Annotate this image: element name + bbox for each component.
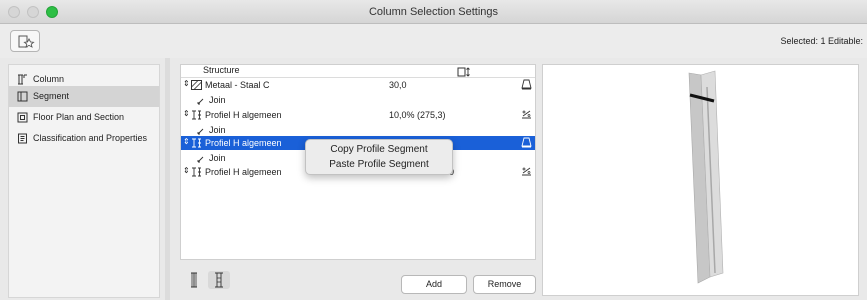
sidebar-item-segment[interactable]: Segment <box>9 86 159 107</box>
floor-plan-icon <box>17 112 28 123</box>
paste-profile-segment-menu-item[interactable]: Paste Profile Segment <box>306 159 452 170</box>
segment-name: Metaal - Staal C <box>205 80 270 90</box>
join-label: Join <box>209 95 226 105</box>
classification-icon <box>18 133 27 144</box>
profile-icon <box>192 138 201 148</box>
sidebar-item-label: Floor Plan and Section <box>33 112 125 122</box>
reorder-icon[interactable]: ⇕ <box>183 79 190 88</box>
segment-row[interactable]: ⇕ Metaal - Staal C 30,0 <box>181 78 535 92</box>
segmented-view-button[interactable] <box>208 271 230 289</box>
join-row[interactable]: Join <box>181 93 535 107</box>
column-preview-graphic <box>688 70 724 284</box>
copy-profile-segment-menu-item[interactable]: Copy Profile Segment <box>306 144 452 155</box>
segment-name: Profiel H algemeen <box>205 110 282 120</box>
taper-percent-icon[interactable] <box>521 109 532 120</box>
remove-button[interactable]: Remove <box>473 275 536 294</box>
join-row[interactable]: Join <box>181 123 535 137</box>
segment-value: 30,0 <box>389 80 407 90</box>
sidebar-item-classification-and-properties[interactable]: Classification and Properties <box>9 128 159 149</box>
toolbar <box>0 24 867 58</box>
segment-name: Profiel H algemeen <box>205 167 282 177</box>
segment-name: Profiel H algemeen <box>205 138 282 148</box>
reorder-icon[interactable]: ⇕ <box>183 109 190 118</box>
material-fill-icon <box>191 80 202 90</box>
taper-icon[interactable] <box>521 137 532 148</box>
column-icon <box>18 74 27 85</box>
panel-divider[interactable] <box>165 58 170 300</box>
column-3d-preview[interactable] <box>542 64 859 296</box>
selection-info: Selected: 1 Editable: <box>780 36 863 46</box>
sidebar-item-label: Segment <box>33 91 70 101</box>
favorites-icon <box>18 35 35 48</box>
sidebar-item-label: Column <box>33 74 65 84</box>
segment-value: 10,0% (275,3) <box>389 110 446 120</box>
segmented-column-icon <box>215 272 223 288</box>
join-icon <box>197 98 204 105</box>
sidebar-item-label: Classification and Properties <box>33 133 148 143</box>
join-icon <box>197 128 204 135</box>
taper-percent-icon[interactable] <box>521 166 532 177</box>
title-bar: Column Selection Settings <box>0 0 867 24</box>
join-icon <box>197 156 204 163</box>
segment-icon <box>17 91 28 102</box>
profile-icon <box>192 167 201 177</box>
taper-icon[interactable] <box>521 79 532 90</box>
segment-row[interactable]: ⇕ Profiel H algemeen 10,0% (275,3) <box>181 108 535 122</box>
structure-column-header[interactable]: Structure <box>203 65 240 77</box>
window-title: Column Selection Settings <box>368 6 498 18</box>
join-label: Join <box>209 125 226 135</box>
reorder-icon[interactable]: ⇕ <box>183 166 190 175</box>
add-button[interactable]: Add <box>401 275 467 294</box>
single-segment-view-button[interactable] <box>183 271 205 289</box>
sidebar-item-floor-plan-and-section[interactable]: Floor Plan and Section <box>9 107 159 128</box>
join-label: Join <box>209 153 226 163</box>
favorites-button[interactable] <box>10 30 40 52</box>
reorder-icon[interactable]: ⇕ <box>183 137 190 146</box>
single-column-icon <box>191 272 197 288</box>
sidebar: Column Segment Floor Plan and Section Cl… <box>8 64 160 298</box>
profile-icon <box>192 110 201 120</box>
context-menu: Copy Profile Segment Paste Profile Segme… <box>305 139 453 175</box>
